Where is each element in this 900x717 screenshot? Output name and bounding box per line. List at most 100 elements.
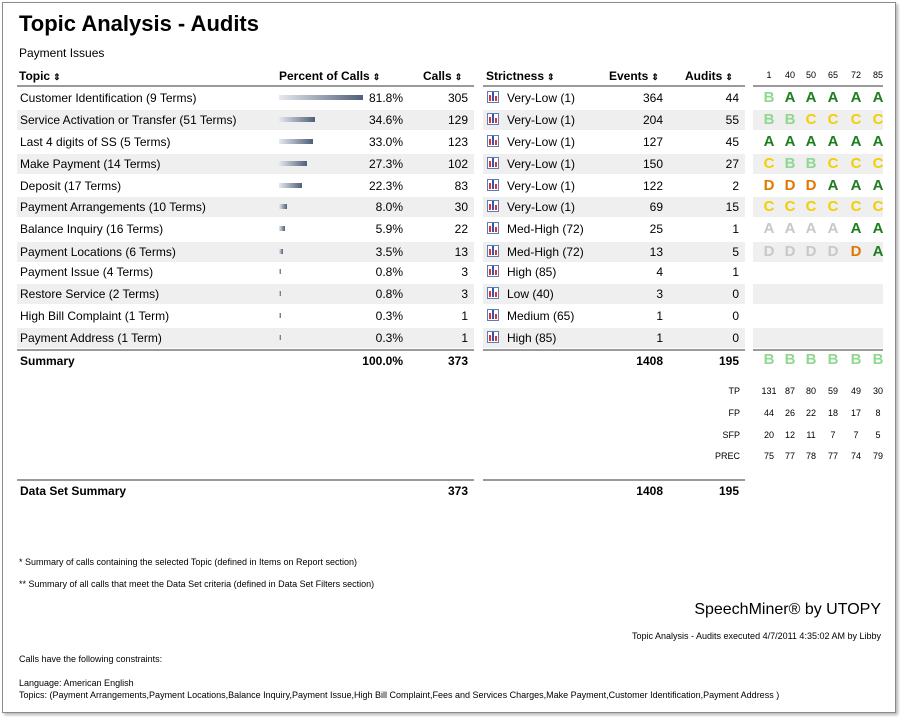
strictness-value: High (85) [507, 331, 557, 345]
percent-bar [279, 291, 281, 296]
table-row[interactable]: Payment Locations (6 Terms) 3.5% 13 Med-Hig… [17, 241, 883, 263]
calls-value: 1 [461, 309, 468, 323]
column-header-percent[interactable]: Percent of Calls ⇕ [279, 69, 380, 83]
topic-name: Payment Arrangements (10 Terms) [20, 200, 206, 214]
grade-letter: C [872, 111, 884, 128]
brand-name: SpeechMiner® by UTOPY [694, 601, 881, 618]
threshold-label: 40 [784, 70, 795, 80]
threshold-label: 72 [850, 70, 861, 80]
grade-letter: C [827, 198, 839, 215]
percent-bar [279, 161, 308, 166]
bar-chart-icon[interactable] [487, 287, 499, 299]
table-row[interactable]: Last 4 digits of SS (5 Terms) 33.0% 123 Ver… [17, 131, 883, 153]
stat-value: 79 [872, 451, 883, 461]
table-row[interactable]: Payment Issue (4 Terms) 0.8% 3 High (85) 4 1 [17, 261, 883, 283]
topic-name: Payment Address (1 Term) [20, 331, 162, 345]
calls-value: 22 [454, 222, 468, 236]
percent-bar [279, 269, 281, 274]
stat-value: 8 [875, 408, 881, 418]
strictness-value: Very-Low (1) [507, 135, 576, 149]
bar-chart-icon[interactable] [487, 245, 499, 257]
bar-chart-icon[interactable] [487, 222, 499, 234]
stat-value: 78 [805, 451, 816, 461]
strictness-value: Very-Low (1) [507, 91, 576, 105]
threshold-label: 65 [827, 70, 838, 80]
column-header-topic[interactable]: Topic ⇕ [19, 69, 61, 83]
summary-grade-letter: B [784, 351, 796, 368]
grade-letter: C [850, 111, 862, 128]
strictness-value: Very-Low (1) [507, 113, 576, 127]
percent-bar [279, 313, 281, 318]
stat-label: TP [728, 386, 740, 396]
stat-value: 74 [850, 451, 861, 461]
stat-value: 17 [850, 408, 861, 418]
table-row[interactable]: Deposit (17 Terms) 22.3% 83 Very-Low (1) 122… [17, 175, 883, 197]
grade-letter: C [827, 111, 839, 128]
stat-value: 59 [827, 386, 838, 396]
grade-letter: A [827, 220, 839, 237]
bar-chart-icon[interactable] [487, 113, 499, 125]
grade-letter: C [763, 198, 775, 215]
grade-letter: A [850, 89, 862, 106]
report-subtitle: Payment Issues [19, 46, 105, 60]
grade-letter: A [805, 133, 817, 150]
percent-value: 0.3% [375, 331, 403, 345]
audits-value: 2 [732, 179, 739, 193]
report-frame: Topic Analysis - Audits Payment Issues T… [2, 2, 896, 713]
column-header-calls[interactable]: Calls ⇕ [423, 69, 462, 83]
bar-chart-icon[interactable] [487, 157, 499, 169]
summary-audits: 195 [718, 354, 739, 368]
stat-value: 18 [827, 408, 838, 418]
grade-letter: C [850, 155, 862, 172]
table-row[interactable]: Make Payment (14 Terms) 27.3% 102 Very-Low … [17, 153, 883, 175]
grade-letter: C [805, 111, 817, 128]
events-value: 25 [649, 222, 663, 236]
table-row[interactable]: Customer Identification (9 Terms) 81.8% 30… [17, 87, 883, 109]
sort-icon: ⇕ [454, 72, 463, 82]
grade-letter: D [763, 243, 775, 260]
stat-label: FP [728, 408, 740, 418]
table-row[interactable]: Restore Service (2 Terms) 0.8% 3 Low (40) 3 0 [17, 283, 883, 305]
bar-chart-icon[interactable] [487, 135, 499, 147]
topic-name: Make Payment (14 Terms) [20, 157, 161, 171]
topic-name: Payment Issue (4 Terms) [20, 265, 154, 279]
grade-letter: A [850, 133, 862, 150]
stat-value: 80 [805, 386, 816, 396]
events-value: 1 [656, 309, 663, 323]
bar-chart-icon[interactable] [487, 179, 499, 191]
bar-chart-icon[interactable] [487, 265, 499, 277]
grade-letter: D [827, 243, 839, 260]
column-header-strictness[interactable]: Strictness ⇕ [486, 69, 555, 83]
strictness-value: Very-Low (1) [507, 157, 576, 171]
events-value: 3 [656, 287, 663, 301]
column-header-audits[interactable]: Audits ⇕ [685, 69, 733, 83]
table-row[interactable]: Payment Arrangements (10 Terms) 8.0% 30 Ver… [17, 196, 883, 218]
summary-grade-letter: B [872, 351, 884, 368]
dataset-events: 1408 [636, 484, 663, 498]
audits-value: 15 [725, 200, 739, 214]
table-row[interactable]: High Bill Complaint (1 Term) 0.3% 1 Medium … [17, 305, 883, 327]
stat-value: 20 [763, 430, 774, 440]
summary-events: 1408 [636, 354, 663, 368]
column-header-events[interactable]: Events ⇕ [609, 69, 659, 83]
grade-letter: A [872, 243, 884, 260]
percent-bar [279, 204, 288, 209]
percent-bar [279, 226, 286, 231]
events-value: 364 [642, 91, 663, 105]
calls-value: 123 [447, 135, 468, 149]
bar-chart-icon[interactable] [487, 200, 499, 212]
calls-value: 3 [461, 265, 468, 279]
calls-value: 305 [447, 91, 468, 105]
table-row[interactable]: Payment Address (1 Term) 0.3% 1 High (85) 1 0 [17, 327, 883, 349]
bar-chart-icon[interactable] [487, 331, 499, 343]
bar-chart-icon[interactable] [487, 309, 499, 321]
grade-letter: A [827, 177, 839, 194]
table-row[interactable]: Balance Inquiry (16 Terms) 5.9% 22 Med-High… [17, 218, 883, 240]
bar-chart-icon[interactable] [487, 91, 499, 103]
events-value: 127 [642, 135, 663, 149]
table-row[interactable]: Service Activation or Transfer (51 Terms… [17, 109, 883, 131]
stat-value: 75 [763, 451, 774, 461]
events-value: 4 [656, 265, 663, 279]
percent-bar [279, 117, 315, 122]
stat-label: SFP [722, 430, 740, 440]
